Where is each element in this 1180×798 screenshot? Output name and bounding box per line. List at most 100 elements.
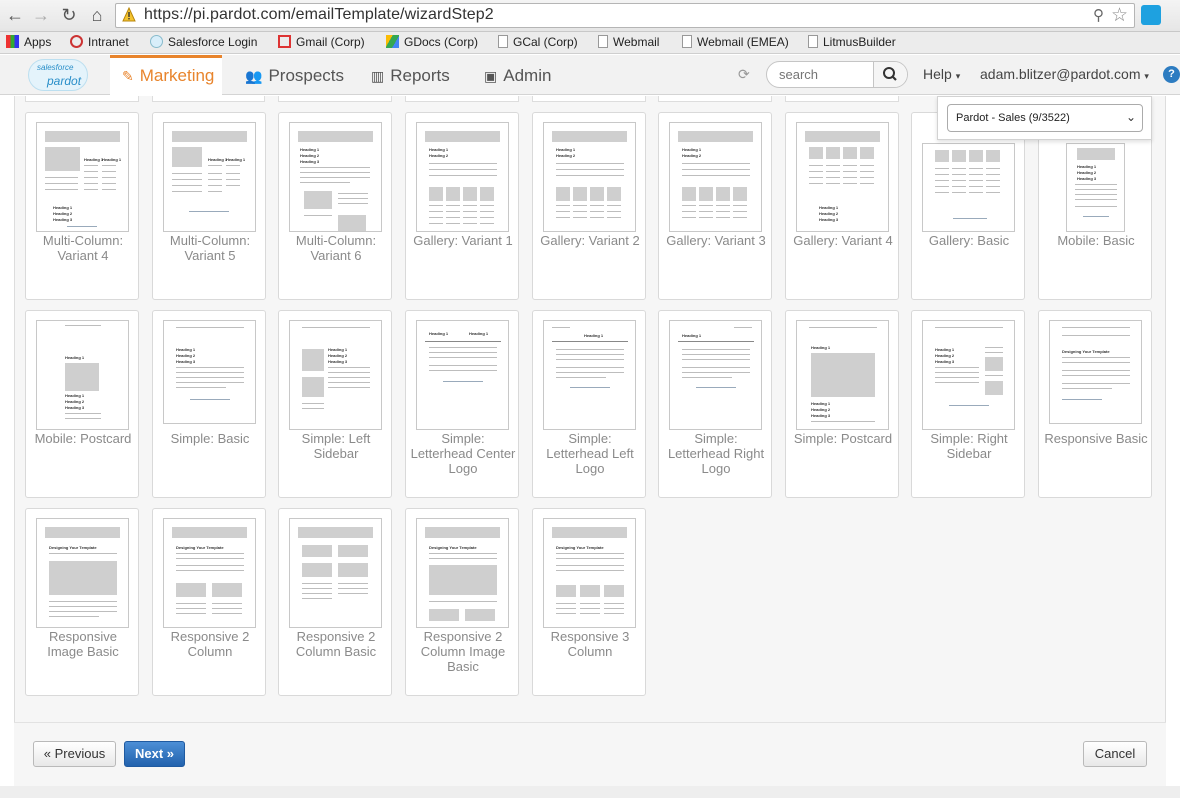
- template-card-responsive-image-basic[interactable]: Designing Your Template Responsive Image…: [25, 508, 139, 696]
- cancel-button[interactable]: Cancel: [1083, 741, 1147, 767]
- forward-icon[interactable]: →: [30, 4, 52, 26]
- users-icon: 👥: [245, 68, 263, 84]
- template-card-simple-basic[interactable]: Heading 1 Heading 2 Heading 3 Simple: Ba…: [152, 310, 266, 498]
- card-partial: [152, 96, 265, 102]
- bookmark-gdocs[interactable]: GDocs (Corp): [386, 35, 478, 49]
- bookmark-gcal[interactable]: GCal (Corp): [498, 35, 578, 49]
- template-card-simple-right-sidebar[interactable]: Heading 1 Heading 2 Heading 3 Simple: Ri…: [911, 310, 1025, 498]
- warning-lock-icon: [122, 7, 136, 22]
- template-thumbnail: Heading 1 Heading 2: [543, 122, 636, 232]
- template-label: Gallery: Basic: [928, 233, 1010, 248]
- template-thumbnail: Heading 1 Heading 1: [163, 122, 256, 232]
- template-card-gallery-variant-3[interactable]: Heading 1 Heading 2 Gallery: Variant 3: [658, 112, 772, 300]
- template-label: Responsive Basic: [1044, 431, 1148, 446]
- search-icon: [883, 67, 897, 81]
- template-card-gallery-variant-2[interactable]: Heading 1 Heading 2 Gallery: Variant 2: [532, 112, 646, 300]
- card-partial: [278, 96, 392, 102]
- document-icon: [682, 35, 692, 48]
- template-label: Responsive 2 Column Image Basic: [420, 629, 506, 674]
- template-thumbnail: Heading 1 Heading 2 Heading 3: [289, 122, 382, 232]
- home-icon[interactable]: ⌂: [86, 4, 108, 26]
- template-card-simple-postcard[interactable]: Heading 1 Heading 1 Heading 2 Heading 3 …: [785, 310, 899, 498]
- template-card-responsive-2-column-image-basic[interactable]: Designing Your Template Responsive 2 Col…: [405, 508, 519, 696]
- zoom-icon[interactable]: ⚲: [1093, 6, 1104, 24]
- tab-admin[interactable]: ▣ Admin: [484, 55, 551, 95]
- template-card-responsive-2-column[interactable]: Designing Your Template Responsive 2 Col…: [152, 508, 266, 696]
- template-card-responsive-3-column[interactable]: Designing Your Template Responsive 3 Col…: [532, 508, 646, 696]
- template-card-multi-column-variant-4[interactable]: Heading 1 Heading 1 Heading 1 Heading 2 …: [25, 112, 139, 300]
- template-label: Gallery: Variant 1: [413, 233, 513, 248]
- template-label: Multi-Column: Variant 5: [169, 233, 251, 263]
- bookmark-intranet[interactable]: Intranet: [70, 35, 129, 49]
- template-card-responsive-2-column-basic[interactable]: Responsive 2 Column Basic: [278, 508, 392, 696]
- app-navigation: salesforce pardot ✎ Marketing 👥 Prospects …: [0, 55, 1180, 95]
- template-card-gallery-variant-4[interactable]: Heading 1 Heading 2 Heading 3 Gallery: V…: [785, 112, 899, 300]
- briefcase-icon: ▣: [484, 68, 498, 84]
- template-thumbnail: Heading 1 Heading 1 Heading 2 Heading 3: [796, 320, 889, 430]
- tab-reports[interactable]: ▥ Reports: [371, 55, 450, 95]
- bookmark-star-icon[interactable]: ☆: [1111, 4, 1128, 27]
- template-label: Simple: Letterhead Left Logo: [546, 431, 634, 476]
- account-select[interactable]: Pardot - Sales (9/3522) ⌄: [947, 104, 1143, 132]
- template-card-gallery-variant-1[interactable]: Heading 1 Heading 2 Gallery: Variant 1: [405, 112, 519, 300]
- tab-marketing[interactable]: ✎ Marketing: [110, 55, 222, 95]
- template-card-simple-left-sidebar[interactable]: Heading 1 Heading 2 Heading 3 Simple: Le…: [278, 310, 392, 498]
- wizard-footer: [14, 722, 1166, 786]
- bookmark-webmail[interactable]: Webmail: [598, 35, 659, 49]
- template-label: Gallery: Variant 4: [793, 233, 893, 248]
- reload-icon[interactable]: ↻: [58, 4, 80, 26]
- browser-toolbar: ← → ↻ ⌂ https://pi.pardot.com/emailTempl…: [0, 0, 1180, 32]
- template-label: Simple: Letterhead Center Logo: [410, 431, 516, 476]
- previous-button[interactable]: « Previous: [33, 741, 116, 767]
- search-input[interactable]: [767, 62, 875, 87]
- bar-chart-icon: ▥: [371, 68, 385, 84]
- help-menu[interactable]: Help ▾: [923, 66, 960, 82]
- template-label: Simple: Left Sidebar: [301, 431, 371, 461]
- template-thumbnail: [922, 143, 1015, 232]
- bookmark-apps[interactable]: Apps: [6, 35, 51, 49]
- page-bottom: [0, 786, 1180, 798]
- help-question-icon[interactable]: ?: [1163, 66, 1180, 83]
- card-partial: [532, 96, 646, 102]
- template-label: Simple: Letterhead Right Logo: [667, 431, 765, 476]
- template-label: Gallery: Variant 3: [666, 233, 766, 248]
- template-card-gallery-basic[interactable]: Gallery: Basic: [911, 112, 1025, 300]
- user-menu[interactable]: adam.blitzer@pardot.com ▾: [980, 66, 1149, 82]
- sync-icon[interactable]: ⟳: [738, 66, 750, 83]
- next-button[interactable]: Next »: [124, 741, 185, 767]
- card-partial: [658, 96, 772, 102]
- template-label: Multi-Column: Variant 4: [42, 233, 124, 263]
- template-card-responsive-basic[interactable]: Designing Your Template Responsive Basic: [1038, 310, 1152, 498]
- template-card-simple-letterhead-center[interactable]: Heading 1 Heading 1 Simple: Letterhead C…: [405, 310, 519, 498]
- template-card-multi-column-variant-6[interactable]: Heading 1 Heading 2 Heading 3 Multi-Colu…: [278, 112, 392, 300]
- template-card-simple-letterhead-right[interactable]: Heading 1 Simple: Letterhead Right Logo: [658, 310, 772, 498]
- template-thumbnail: Heading 1 Heading 2 Heading 3: [1066, 143, 1125, 232]
- tab-prospects[interactable]: 👥 Prospects: [245, 55, 344, 95]
- template-label: Responsive 2 Column Basic: [295, 629, 377, 659]
- bookmark-salesforce[interactable]: Salesforce Login: [150, 35, 257, 49]
- search-button[interactable]: [873, 62, 907, 87]
- pardot-logo[interactable]: salesforce pardot: [28, 59, 88, 91]
- template-thumbnail: Heading 1 Heading 1 Heading 1 Heading 2 …: [36, 122, 129, 232]
- template-label: Responsive Image Basic: [47, 629, 119, 659]
- template-card-multi-column-variant-5[interactable]: Heading 1 Heading 1 Multi-Column: Varian…: [152, 112, 266, 300]
- template-thumbnail: Heading 1: [669, 320, 762, 430]
- back-icon[interactable]: ←: [4, 4, 26, 26]
- card-partial: [785, 96, 899, 102]
- template-thumbnail: Designing Your Template: [163, 518, 256, 628]
- template-label: Responsive 3 Column: [550, 629, 630, 659]
- template-thumbnail: Heading 1 Heading 2: [416, 122, 509, 232]
- template-card-mobile-postcard[interactable]: Heading 1 Heading 1 Heading 2 Heading 3 …: [25, 310, 139, 498]
- bookmark-gmail[interactable]: Gmail (Corp): [278, 35, 365, 49]
- template-card-mobile-basic[interactable]: Heading 1 Heading 2 Heading 3 Mobile: Ba…: [1038, 112, 1152, 300]
- apps-grid-icon: [6, 35, 19, 48]
- template-card-simple-letterhead-left[interactable]: Heading 1 Simple: Letterhead Left Logo: [532, 310, 646, 498]
- address-bar[interactable]: https://pi.pardot.com/emailTemplate/wiza…: [115, 3, 1135, 28]
- account-selector-panel: Pardot - Sales (9/3522) ⌄: [937, 96, 1152, 140]
- bookmarks-bar: Apps Intranet Salesforce Login Gmail (Co…: [0, 32, 1180, 54]
- bookmark-litmus[interactable]: LitmusBuilder: [808, 35, 896, 49]
- template-thumbnail: Heading 1 Heading 2 Heading 3: [163, 320, 256, 424]
- template-thumbnail: Heading 1 Heading 1 Heading 2 Heading 3: [36, 320, 129, 430]
- extension-icon[interactable]: [1141, 5, 1161, 25]
- bookmark-webmail-emea[interactable]: Webmail (EMEA): [682, 35, 789, 49]
